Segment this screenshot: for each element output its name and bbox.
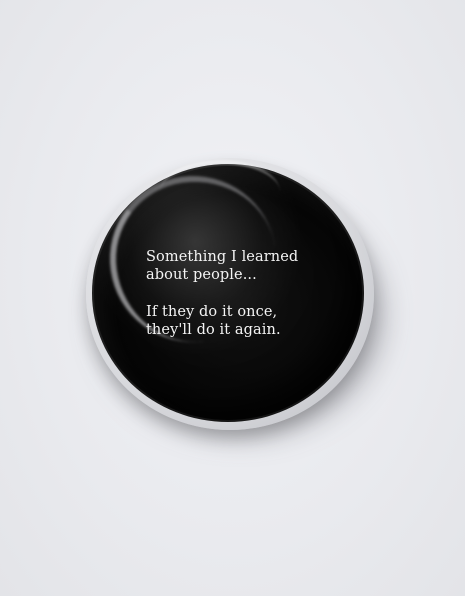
badge-text-line-2: about people... <box>146 267 257 283</box>
scene: Something I learned about people... If t… <box>0 0 465 596</box>
badge-text-line-1: Something I learned <box>146 249 299 265</box>
badge-text-line-4: they'll do it again. <box>146 322 281 338</box>
badge-highlight <box>160 160 280 224</box>
badge-text-line-3: If they do it once, <box>146 304 278 320</box>
badge-text: Something I learned about people... If t… <box>146 248 336 339</box>
text-gap <box>146 284 336 303</box>
